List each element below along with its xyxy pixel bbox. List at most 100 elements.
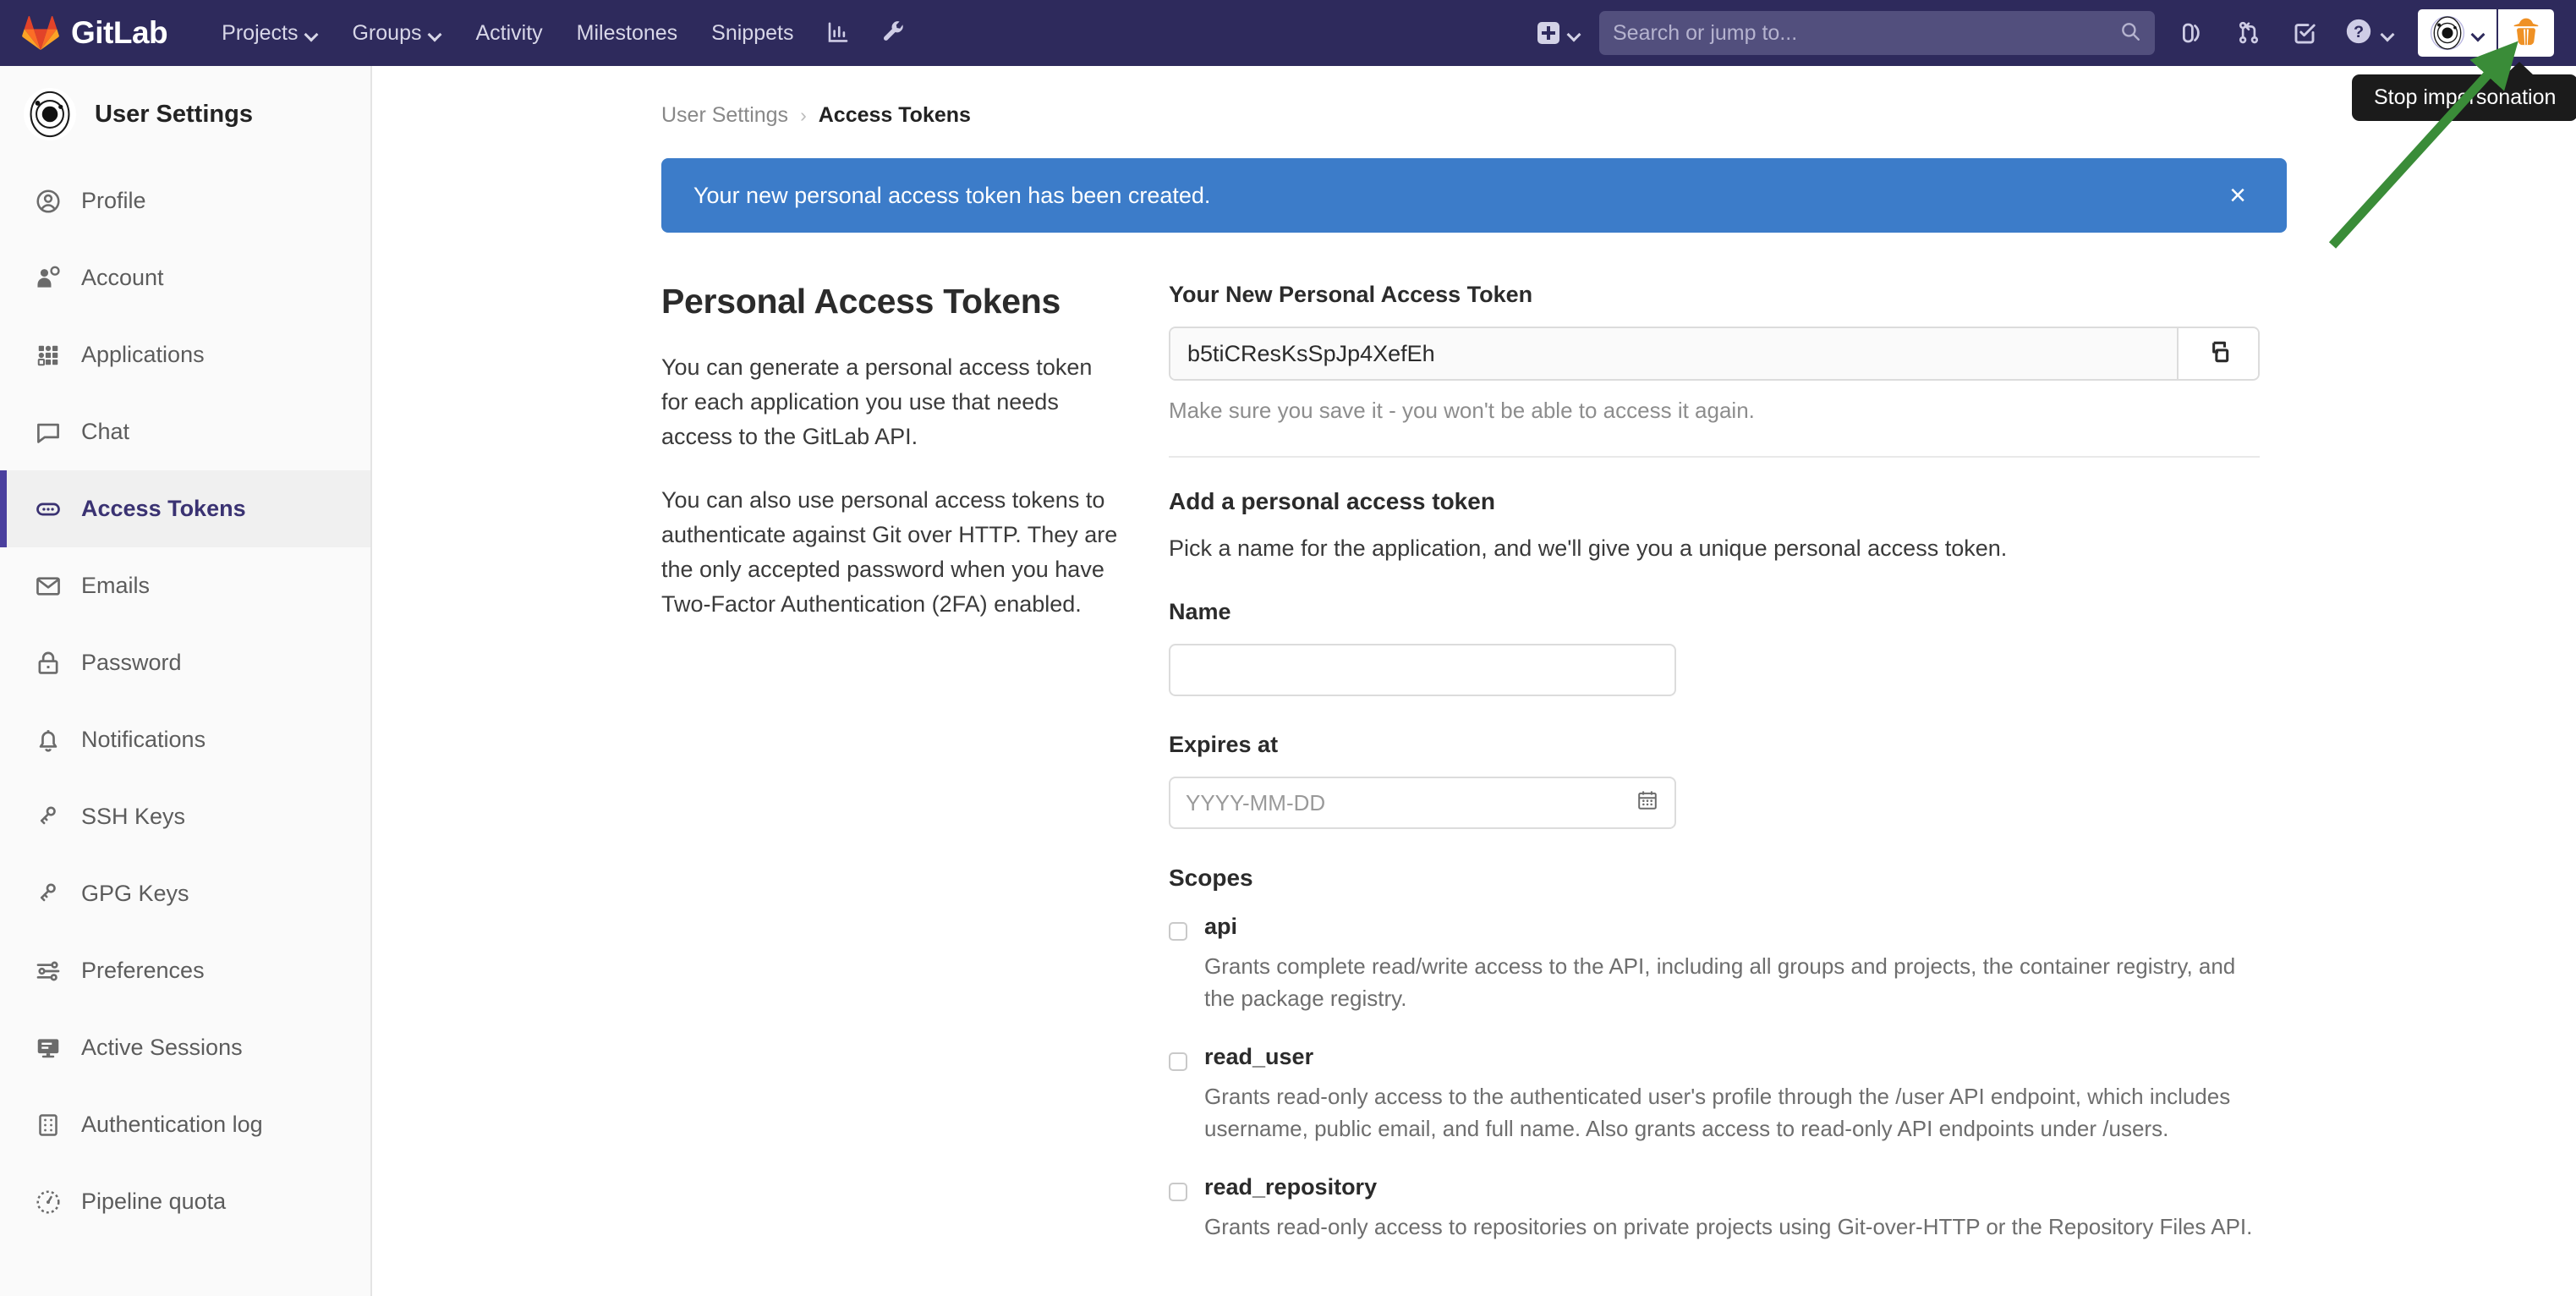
sidebar-item-profile[interactable]: Profile [0, 162, 370, 239]
sidebar-item-label: Emails [81, 573, 151, 598]
sidebar-item-pipeline-quota[interactable]: Pipeline quota [0, 1163, 370, 1240]
sidebar-item-emails[interactable]: Emails [0, 547, 370, 624]
breadcrumb: User Settings › Access Tokens [661, 103, 2525, 128]
nav-projects-label: Projects [222, 20, 299, 45]
top-navigation-bar: GitLab Projects Groups Activity Mileston… [0, 0, 2576, 66]
chevron-down-icon [2381, 30, 2394, 37]
gitlab-tanuki-icon [22, 14, 59, 52]
svg-text:?: ? [2354, 23, 2364, 41]
new-token-helper-text: Make sure you save it - you won't be abl… [1169, 398, 1755, 423]
chat-icon [34, 418, 63, 447]
scope-description: Grants read-only access to the authentic… [1204, 1083, 2231, 1142]
name-label: Name [1169, 599, 1231, 624]
new-token-row: b5tiCResKsSpJp4XefEh [1169, 327, 2260, 381]
search-input[interactable]: Search or jump to... [1599, 11, 2155, 55]
scope-row-read-user: read_user Grants read-only access to the… [1169, 1044, 2287, 1145]
scope-checkbox-api[interactable] [1169, 922, 1187, 941]
log-icon [34, 1111, 63, 1139]
scope-description: Grants read-only access to repositories … [1204, 1213, 2253, 1239]
new-item-dropdown[interactable] [1526, 22, 1592, 44]
close-icon[interactable]: × [2221, 176, 2255, 215]
sidebar-item-label: GPG Keys [81, 881, 189, 906]
wrench-icon[interactable] [866, 0, 922, 66]
sidebar-item-authentication-log[interactable]: Authentication log [0, 1086, 370, 1163]
lock-icon [34, 649, 63, 678]
nav-groups[interactable]: Groups [335, 0, 458, 66]
scope-checkbox-read-repository[interactable] [1169, 1182, 1187, 1201]
breadcrumb-current[interactable]: Access Tokens [819, 103, 971, 128]
scope-checkbox-read-user[interactable] [1169, 1052, 1187, 1071]
sidebar-title: User Settings [95, 100, 253, 128]
calendar-icon[interactable] [1636, 788, 1659, 818]
alert-message: Your new personal access token has been … [693, 182, 1211, 208]
expires-at-placeholder: YYYY-MM-DD [1186, 789, 1326, 815]
sidebar-item-label: Notifications [81, 727, 206, 752]
stop-impersonation-button[interactable] [2498, 9, 2554, 57]
nav-activity[interactable]: Activity [458, 0, 559, 66]
sidebar-item-access-tokens[interactable]: Access Tokens [0, 470, 370, 547]
settings-sidebar: User Settings Profile Account Applicatio… [0, 66, 372, 1296]
nav-projects[interactable]: Projects [205, 0, 335, 66]
sidebar-item-account[interactable]: Account [0, 239, 370, 316]
sidebar-item-label: Active Sessions [81, 1035, 243, 1060]
success-alert: Your new personal access token has been … [661, 158, 2287, 233]
account-icon [34, 264, 63, 293]
todos-icon[interactable] [2277, 0, 2332, 66]
search-icon [2119, 20, 2141, 47]
issues-icon[interactable] [2165, 0, 2221, 66]
sidebar-item-label: Preferences [81, 958, 205, 983]
section-divider [1169, 456, 2260, 458]
key-icon [34, 803, 63, 832]
gitlab-brand-text: GitLab [71, 15, 168, 50]
merge-requests-icon[interactable] [2221, 0, 2277, 66]
expires-at-label: Expires at [1169, 732, 1279, 757]
sidebar-item-applications[interactable]: Applications [0, 316, 370, 393]
help-dropdown[interactable]: ? [2332, 17, 2406, 50]
scope-row-read-repository: read_repository Grants read-only access … [1169, 1174, 2287, 1243]
sidebar-item-label: Applications [81, 342, 205, 367]
sidebar-item-label: Authentication log [81, 1112, 263, 1137]
nav-milestones-label: Milestones [576, 20, 678, 45]
new-token-value-input[interactable]: b5tiCResKsSpJp4XefEh [1170, 328, 2177, 379]
sidebar-item-notifications[interactable]: Notifications [0, 701, 370, 778]
sidebar-item-gpg-keys[interactable]: GPG Keys [0, 855, 370, 932]
scope-name: api [1204, 914, 1238, 939]
sidebar-item-ssh-keys[interactable]: SSH Keys [0, 778, 370, 855]
nav-milestones[interactable]: Milestones [560, 0, 695, 66]
chevron-down-icon [1568, 30, 1581, 37]
gitlab-logo-link[interactable]: GitLab [22, 14, 168, 52]
sidebar-item-label: Profile [81, 188, 146, 213]
token-icon [34, 495, 63, 524]
new-token-value: b5tiCResKsSpJp4XefEh [1187, 340, 1435, 366]
tooltip-text: Stop impersonation [2374, 85, 2557, 109]
scopes-title: Scopes [1169, 865, 1253, 891]
expires-at-input[interactable]: YYYY-MM-DD [1169, 777, 1676, 829]
sidebar-item-label: Chat [81, 419, 130, 444]
chevron-down-icon [2472, 30, 2485, 37]
sidebar-item-label: Access Tokens [81, 496, 246, 521]
breadcrumb-separator-icon: › [800, 104, 807, 126]
token-form-column: Your New Personal Access Token b5tiCResK… [1169, 282, 2287, 1271]
sidebar-header[interactable]: User Settings [0, 66, 370, 162]
breadcrumb-parent[interactable]: User Settings [661, 103, 788, 128]
sidebar-item-password[interactable]: Password [0, 624, 370, 701]
nav-snippets[interactable]: Snippets [694, 0, 810, 66]
monitor-icon [34, 1034, 63, 1063]
sidebar-item-chat[interactable]: Chat [0, 393, 370, 470]
primary-nav-links: Projects Groups Activity Milestones Snip… [205, 0, 922, 66]
nav-groups-label: Groups [352, 20, 422, 45]
name-input[interactable] [1169, 644, 1676, 696]
analytics-icon[interactable] [810, 0, 866, 66]
profile-icon [34, 187, 63, 216]
sidebar-item-preferences[interactable]: Preferences [0, 932, 370, 1009]
intro-paragraph-2: You can also use personal access tokens … [661, 487, 1118, 618]
bell-icon [34, 726, 63, 755]
sidebar-item-label: SSH Keys [81, 804, 186, 829]
add-token-description: Pick a name for the application, and we'… [1169, 535, 2008, 561]
sliders-icon [34, 957, 63, 986]
add-token-title: Add a personal access token [1169, 488, 1495, 514]
applications-icon [34, 341, 63, 370]
copy-token-button[interactable] [2177, 328, 2258, 379]
sidebar-item-active-sessions[interactable]: Active Sessions [0, 1009, 370, 1086]
user-avatar-dropdown[interactable] [2418, 9, 2497, 57]
